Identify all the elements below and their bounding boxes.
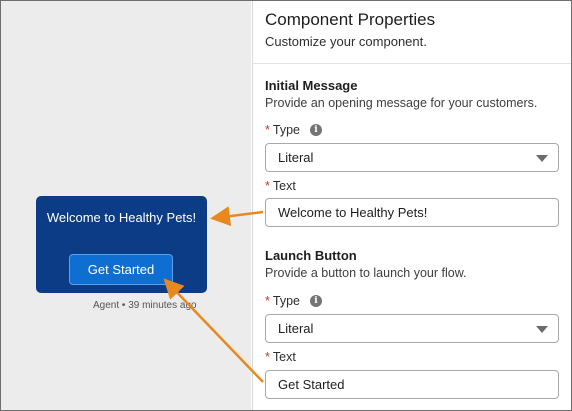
select-value: Literal	[278, 150, 314, 165]
required-marker: *	[265, 179, 270, 193]
required-marker: *	[265, 123, 270, 137]
chat-message-meta: Agent • 39 minutes ago	[93, 300, 197, 311]
required-marker: *	[265, 350, 270, 364]
chevron-down-icon	[536, 155, 548, 162]
initial-message-type-select[interactable]: Literal	[265, 143, 559, 172]
launch-button-text-input[interactable]: Get Started	[265, 370, 559, 399]
launch-button-text-label: * Text	[265, 350, 296, 364]
chevron-down-icon	[536, 326, 548, 333]
component-properties-panel: Component Properties Customize your comp…	[252, 1, 571, 410]
initial-message-type-label: * Type i	[265, 123, 322, 137]
launch-button-type-select[interactable]: Literal	[265, 314, 559, 343]
launch-button-type-label: * Type i	[265, 294, 322, 308]
initial-message-description: Provide an opening message for your cust…	[265, 96, 538, 110]
panel-subtitle: Customize your component.	[265, 34, 427, 49]
panel-header: Component Properties Customize your comp…	[253, 1, 571, 64]
text-label-text: Text	[272, 350, 296, 364]
required-marker: *	[265, 294, 270, 308]
text-label-text: Text	[272, 179, 296, 193]
initial-message-text-input[interactable]: Welcome to Healthy Pets!	[265, 198, 559, 227]
select-value: Literal	[278, 321, 314, 336]
screenshot-frame: Welcome to Healthy Pets! Get Started Age…	[0, 0, 572, 411]
panel-title: Component Properties	[265, 10, 436, 29]
type-label-text: Type	[272, 123, 300, 137]
info-icon[interactable]: i	[309, 295, 322, 307]
initial-message-text-label: * Text	[265, 179, 296, 193]
chat-message-text: Welcome to Healthy Pets!	[46, 210, 197, 225]
input-value: Welcome to Healthy Pets!	[278, 205, 428, 220]
launch-button-heading: Launch Button	[265, 248, 357, 263]
launch-button-description: Provide a button to launch your flow.	[265, 266, 467, 280]
preview-canvas: Welcome to Healthy Pets! Get Started Age…	[1, 1, 251, 410]
type-label-text: Type	[272, 294, 300, 308]
chat-message-card: Welcome to Healthy Pets! Get Started	[36, 196, 207, 293]
input-value: Get Started	[278, 377, 345, 392]
get-started-button[interactable]: Get Started	[69, 254, 173, 285]
info-icon[interactable]: i	[309, 124, 322, 136]
initial-message-heading: Initial Message	[265, 78, 358, 93]
